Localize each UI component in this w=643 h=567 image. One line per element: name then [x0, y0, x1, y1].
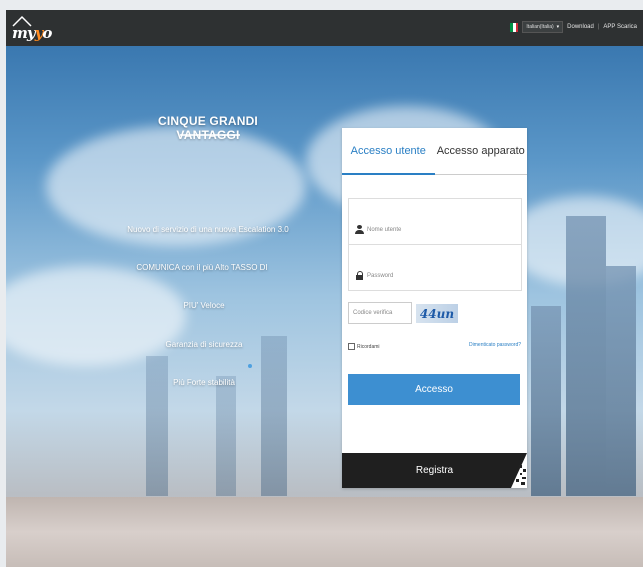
remember-label: Ricordami — [357, 343, 380, 350]
top-right-controls: Italian(Italia) ▾ Download | APP Scarica — [510, 21, 637, 33]
hero-headline: CINQUE GRANDI VANTAGGI — [158, 114, 258, 142]
login-button[interactable]: Accesso — [348, 374, 520, 405]
feature-item: Più Forte stabilità — [173, 378, 235, 387]
login-panel: Accesso utente Accesso apparato Nome ute… — [342, 128, 527, 488]
logo-text: myyo — [12, 24, 52, 42]
building — [566, 216, 606, 496]
tab-device-login[interactable]: Accesso apparato — [435, 128, 528, 174]
chevron-down-icon: ▾ — [556, 24, 560, 30]
top-bar: myyo Italian(Italia) ▾ Download | APP Sc… — [6, 10, 643, 46]
password-input-row: Password — [355, 271, 393, 280]
password-field[interactable]: Password — [348, 244, 522, 291]
captcha-image[interactable]: 44un — [416, 304, 458, 323]
forgot-password-link[interactable]: Dimenticato password? — [469, 342, 521, 348]
feature-item: Nuovo di servizio di una nuova Escalatio… — [127, 225, 289, 234]
building — [146, 356, 168, 496]
building — [261, 336, 287, 496]
building — [606, 266, 636, 496]
register-button[interactable]: Registra — [342, 453, 527, 488]
feature-item: Garanzia di sicurezza — [165, 340, 243, 349]
feature-item: COMUNICA con il più Alto TASSO DI — [136, 263, 268, 272]
divider: | — [597, 24, 600, 30]
cloud — [6, 266, 186, 366]
hero-background — [6, 46, 643, 567]
lock-icon — [355, 271, 364, 280]
building — [531, 306, 561, 496]
login-tabs: Accesso utente Accesso apparato — [342, 128, 527, 175]
remember-checkbox[interactable] — [348, 343, 355, 350]
ground — [6, 497, 643, 567]
username-placeholder: Nome utente — [367, 226, 402, 233]
carousel-dot[interactable] — [248, 364, 252, 368]
qr-code-icon[interactable] — [511, 453, 527, 488]
language-select[interactable]: Italian(Italia) ▾ — [522, 21, 564, 33]
headline-underline — [180, 134, 240, 136]
remember-me[interactable]: Ricordami — [348, 343, 380, 350]
password-placeholder: Password — [367, 272, 394, 279]
italy-flag-icon — [510, 22, 519, 32]
app-logo[interactable]: myyo — [10, 14, 54, 44]
app-download-link[interactable]: APP Scarica — [603, 24, 637, 30]
user-icon — [355, 225, 364, 234]
download-link[interactable]: Download — [567, 24, 594, 30]
building — [216, 376, 236, 496]
feature-item: PIU' Veloce — [183, 301, 225, 310]
language-value: Italian(Italia) — [526, 24, 554, 30]
username-input-row: Nome utente — [355, 225, 401, 234]
verification-code-input[interactable]: Codice verifica — [348, 302, 412, 324]
username-field[interactable]: Nome utente — [348, 198, 522, 245]
tab-user-login[interactable]: Accesso utente — [342, 128, 435, 175]
